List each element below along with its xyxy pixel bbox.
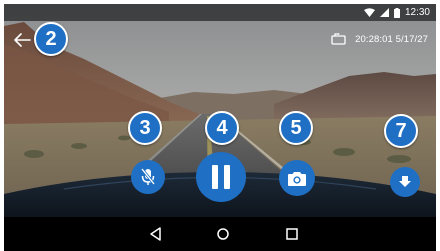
nav-recents-icon[interactable] (284, 226, 300, 242)
status-icons: 12:30 (363, 6, 430, 19)
wifi-icon (363, 8, 375, 17)
callout-3: 3 (128, 111, 162, 145)
callout-5: 5 (279, 111, 313, 145)
nav-home-icon[interactable] (215, 226, 231, 242)
camera-icon (288, 171, 306, 186)
snapshot-button[interactable] (279, 160, 315, 196)
top-right-info: 20:28:01 5/17/27 (331, 33, 428, 45)
mic-off-icon (140, 168, 156, 185)
nav-back-icon[interactable] (148, 226, 164, 242)
download-icon (399, 176, 411, 187)
video-player-screen: 12:30 20:28:01 5/17/27 2 3 4 5 7 (4, 4, 436, 251)
battery-icon (393, 7, 400, 18)
status-time: 12:30 (404, 7, 430, 18)
callout-4: 4 (205, 111, 239, 145)
recording-timestamp: 20:28:01 5/17/27 (355, 33, 428, 45)
mic-mute-button[interactable] (131, 160, 165, 194)
callout-7: 7 (384, 114, 418, 148)
callout-2: 2 (34, 22, 68, 56)
navigation-bar (4, 217, 436, 251)
download-button[interactable] (390, 167, 420, 197)
signal-icon (379, 8, 389, 17)
rotate-screen-icon[interactable] (331, 33, 346, 45)
back-arrow-icon[interactable] (13, 33, 31, 47)
pause-icon (212, 165, 230, 189)
pause-button[interactable] (196, 152, 246, 202)
status-bar: 12:30 (4, 4, 436, 21)
